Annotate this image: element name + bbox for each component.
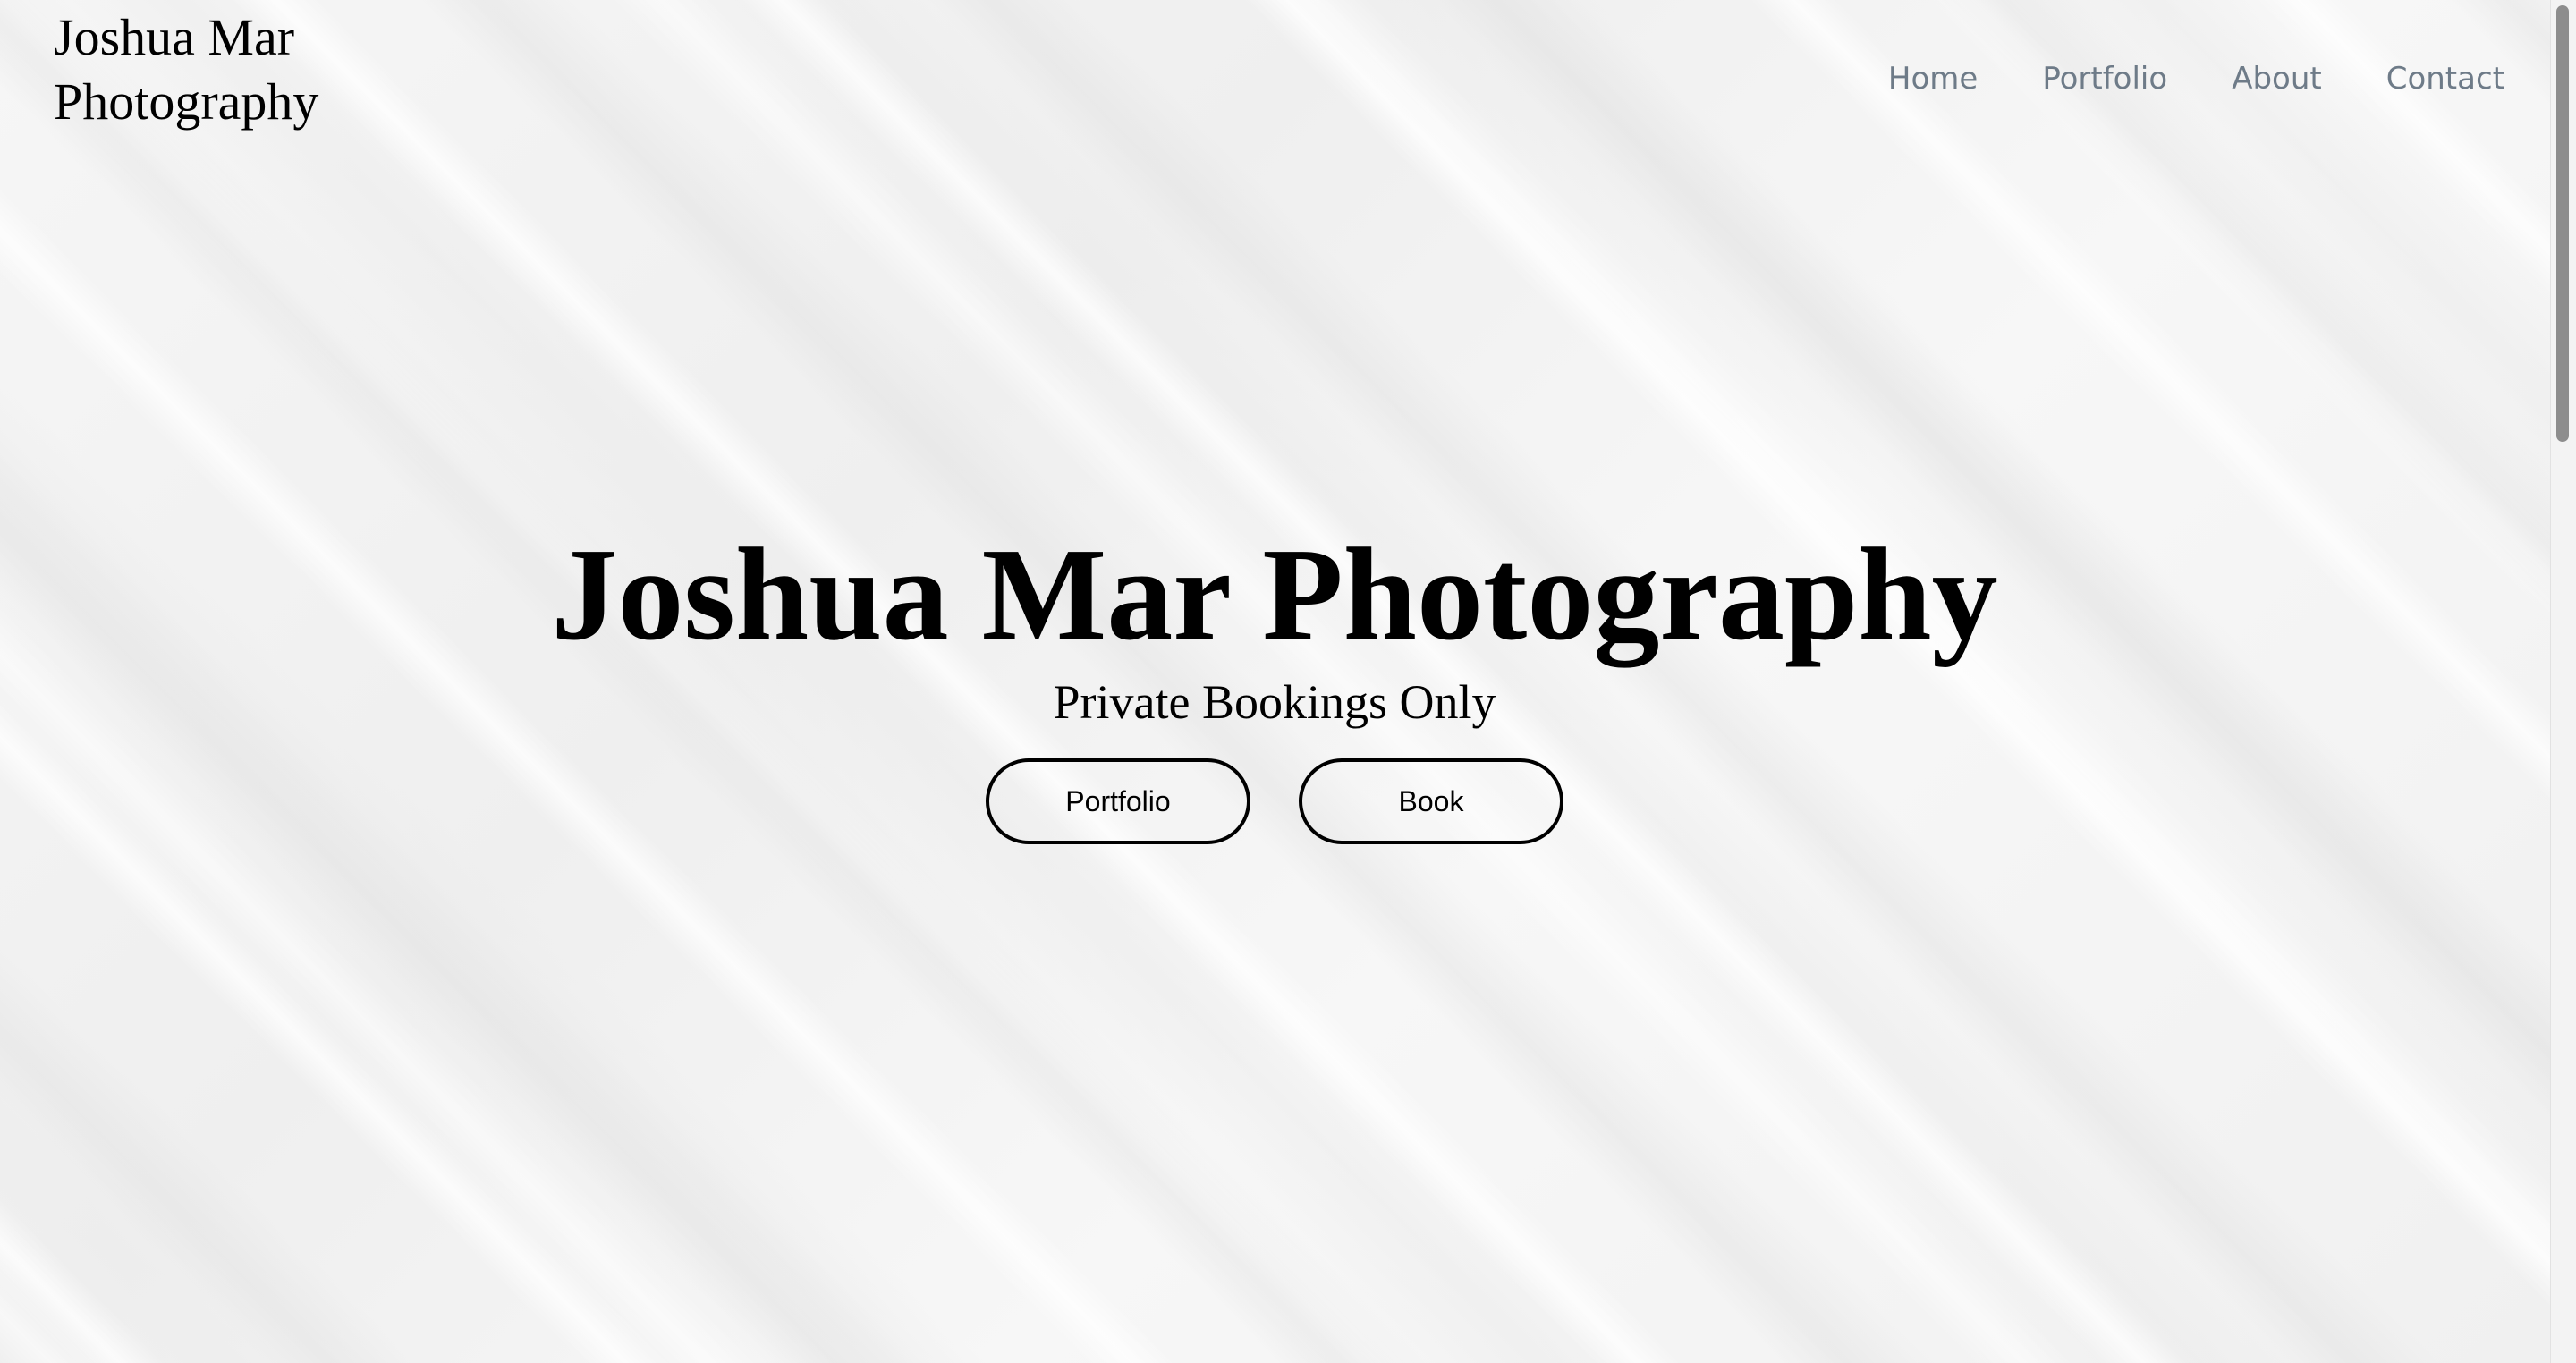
nav-link-contact[interactable]: Contact xyxy=(2386,61,2504,97)
hero-buttons: Portfolio Book xyxy=(0,758,2549,844)
portfolio-button[interactable]: Portfolio xyxy=(986,758,1250,844)
hero-subtitle: Private Bookings Only xyxy=(1053,675,1496,729)
hero-title: Joshua Mar Photography xyxy=(551,521,1998,668)
scrollbar-thumb[interactable] xyxy=(2556,5,2569,442)
main-nav: Home Portfolio About Contact xyxy=(1888,61,2504,97)
nav-link-portfolio[interactable]: Portfolio xyxy=(2042,61,2167,97)
nav-link-home[interactable]: Home xyxy=(1888,61,1978,97)
scrollbar[interactable] xyxy=(2550,0,2576,1363)
nav-link-about[interactable]: About xyxy=(2232,61,2322,97)
hero-section: Joshua Mar Photography Private Bookings … xyxy=(0,519,2549,844)
book-button[interactable]: Book xyxy=(1299,758,1563,844)
site-logo[interactable]: Joshua Mar Photography xyxy=(54,5,429,134)
